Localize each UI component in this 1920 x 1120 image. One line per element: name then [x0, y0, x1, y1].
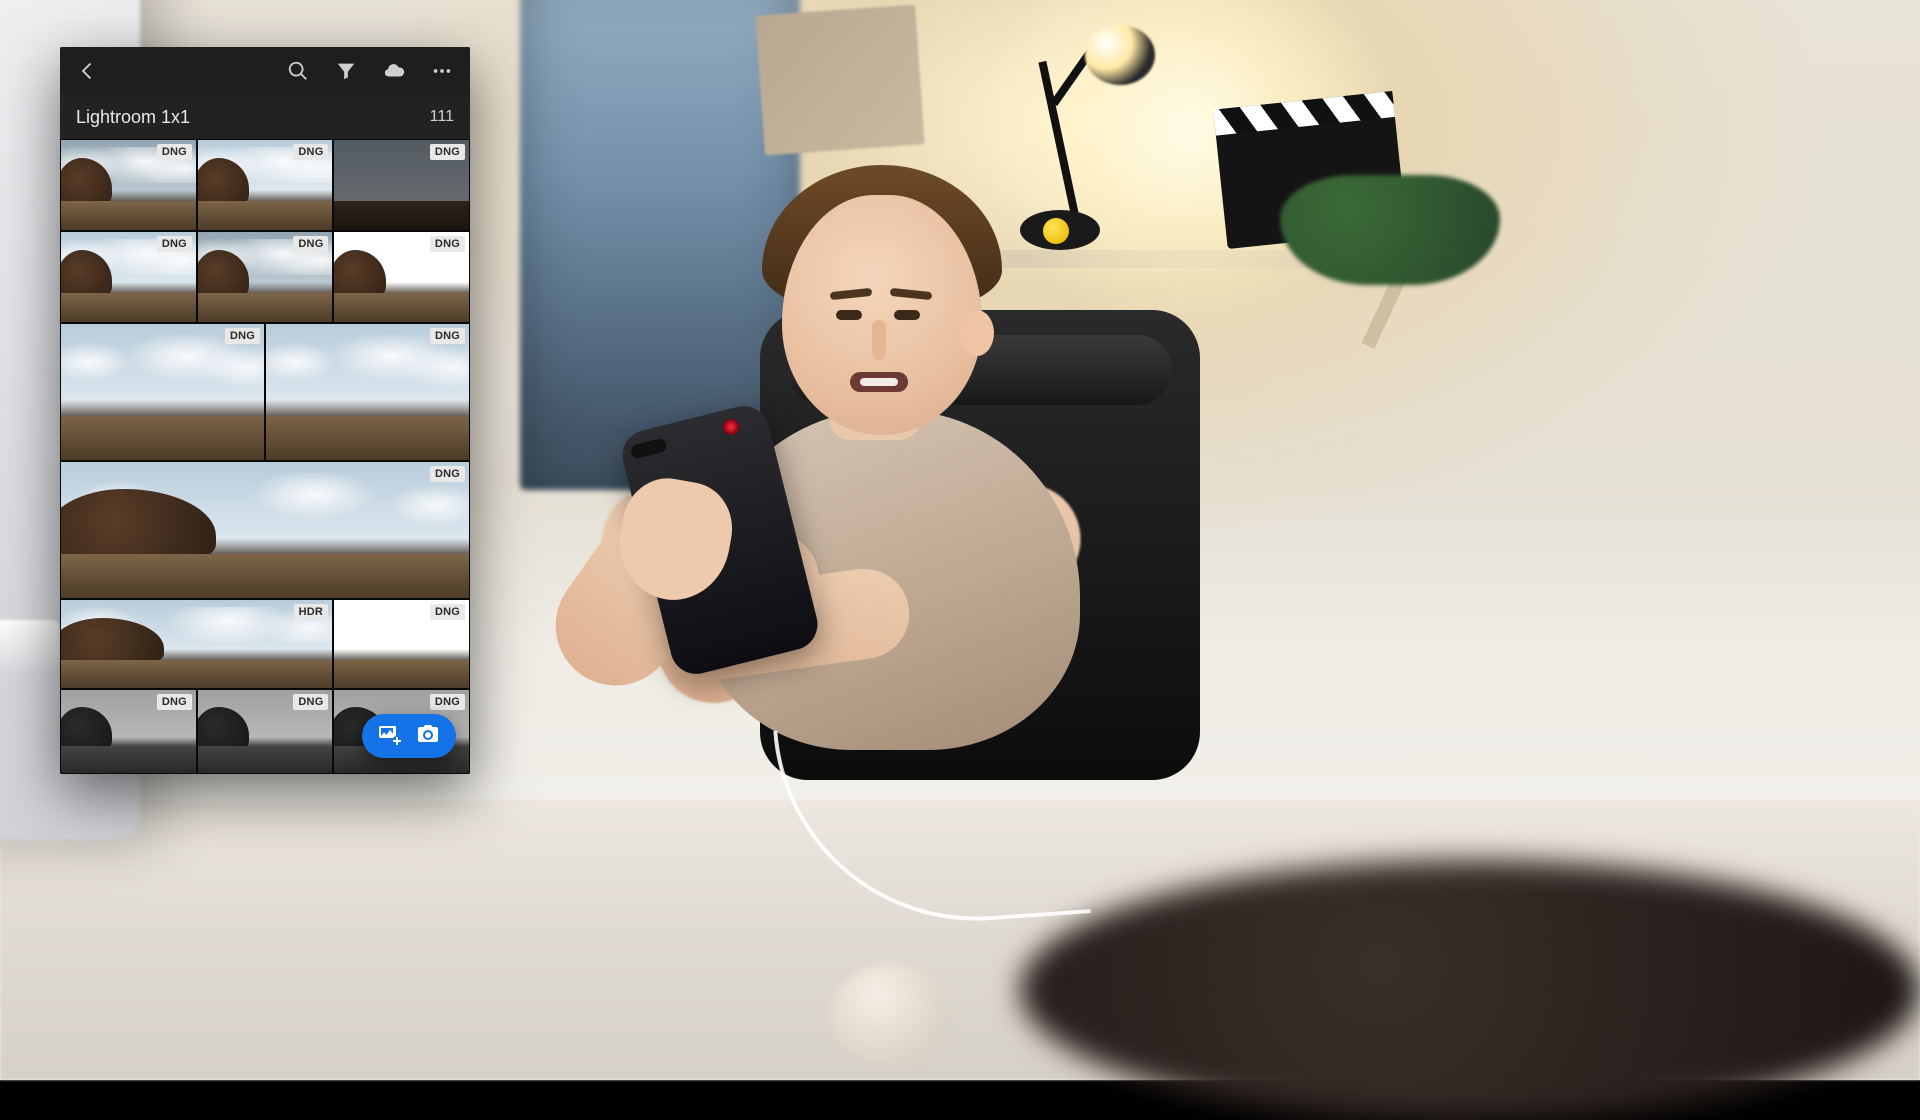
format-badge: DNG [430, 466, 465, 482]
format-badge: DNG [293, 694, 328, 710]
format-badge: DNG [430, 328, 465, 344]
format-badge: DNG [293, 236, 328, 252]
photo-grid[interactable]: DNG DNG DNG DNG DNG DNG [60, 139, 470, 774]
format-badge: DNG [430, 694, 465, 710]
format-badge: DNG [430, 604, 465, 620]
photo-thumbnail[interactable]: DNG [197, 689, 334, 774]
filter-button[interactable] [324, 49, 368, 93]
filter-icon [335, 60, 357, 82]
photo-thumbnail[interactable]: DNG [60, 139, 197, 231]
format-badge: HDR [294, 604, 328, 620]
back-button[interactable] [66, 49, 110, 93]
photo-thumbnail[interactable]: DNG [333, 599, 470, 689]
format-badge: DNG [157, 236, 192, 252]
photo-thumbnail[interactable]: DNG [333, 231, 470, 323]
import-photo-icon [378, 722, 402, 751]
chevron-left-icon [77, 60, 99, 82]
photo-thumbnail[interactable]: DNG [60, 689, 197, 774]
mug [830, 965, 950, 1065]
lightroom-app: Lightroom 1x1 111 DNG DNG DNG DNG [60, 47, 470, 774]
cloud-icon [383, 60, 405, 82]
format-badge: DNG [157, 694, 192, 710]
search-icon [287, 60, 309, 82]
more-button[interactable] [420, 49, 464, 93]
album-title: Lightroom 1x1 [76, 107, 190, 128]
photo-thumbnail[interactable]: DNG [197, 231, 334, 323]
photo-thumbnail[interactable]: DNG [60, 461, 470, 599]
camera-foreground [1020, 860, 1920, 1120]
desk-lamp [1085, 25, 1155, 85]
photo-thumbnail[interactable]: DNG [60, 231, 197, 323]
person [530, 160, 1170, 860]
format-badge: DNG [293, 144, 328, 160]
cloud-button[interactable] [372, 49, 416, 93]
photo-thumbnail[interactable]: DNG [333, 139, 470, 231]
power-adapter [0, 620, 60, 670]
photo-thumbnail[interactable]: DNG [60, 323, 265, 461]
album-count: 111 [430, 108, 454, 126]
format-badge: DNG [430, 144, 465, 160]
format-badge: DNG [430, 236, 465, 252]
app-header [60, 47, 470, 95]
album-header[interactable]: Lightroom 1x1 111 [60, 95, 470, 139]
more-horizontal-icon [431, 60, 453, 82]
search-button[interactable] [276, 49, 320, 93]
wall-poster [755, 5, 924, 156]
photo-thumbnail[interactable]: HDR [60, 599, 333, 689]
camera-icon [416, 722, 440, 751]
add-photo-fab[interactable] [362, 714, 456, 758]
plant [1280, 175, 1500, 285]
photo-thumbnail[interactable]: DNG [265, 323, 470, 461]
format-badge: DNG [157, 144, 192, 160]
photo-thumbnail[interactable]: DNG [197, 139, 334, 231]
format-badge: DNG [225, 328, 260, 344]
